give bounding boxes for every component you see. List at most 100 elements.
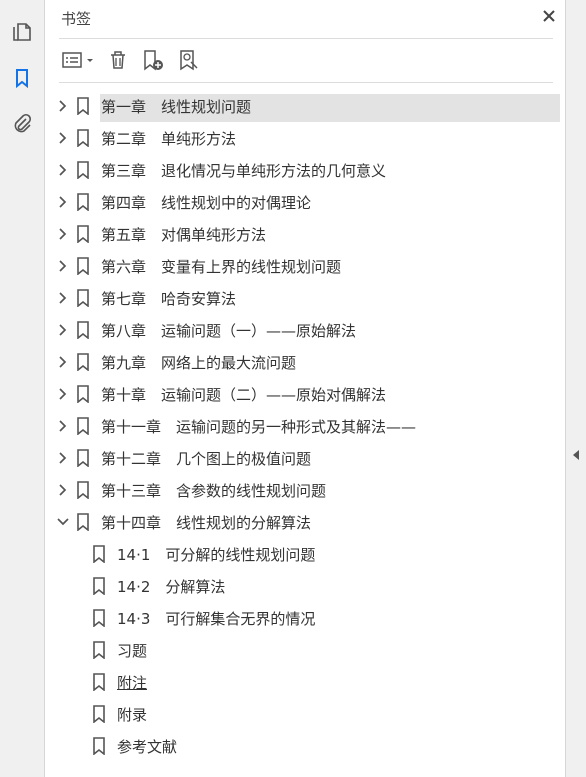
bookmark-label: 附注 xyxy=(117,673,148,692)
bookmark-icon xyxy=(91,544,107,564)
delete-icon xyxy=(107,49,129,75)
sub-bookmark-item[interactable]: 14·3 可行解集合无界的情况 xyxy=(45,602,565,634)
chevron-right-icon[interactable] xyxy=(55,162,71,178)
left-nav-rail xyxy=(0,0,45,777)
options-menu-icon xyxy=(60,50,98,74)
chevron-right-icon[interactable] xyxy=(55,450,71,466)
chevron-right-icon[interactable] xyxy=(55,290,71,306)
bookmark-label: 第九章 网络上的最大流问题 xyxy=(101,353,297,372)
bookmark-icon xyxy=(91,736,107,756)
bookmark-label: 第十三章 含参数的线性规划问题 xyxy=(101,481,327,500)
bookmark-icon xyxy=(75,384,91,404)
bookmark-item[interactable]: 第十三章 含参数的线性规划问题 xyxy=(45,474,565,506)
collapse-panel-button[interactable] xyxy=(571,448,581,462)
sub-bookmark-item[interactable]: 参考文献 xyxy=(45,730,565,762)
sub-bookmark-item[interactable]: 附注 xyxy=(45,666,565,698)
sub-bookmark-item[interactable]: 习题 xyxy=(45,634,565,666)
toolbar-divider xyxy=(59,82,553,83)
bookmark-item[interactable]: 第十一章 运输问题的另一种形式及其解法—— xyxy=(45,410,565,442)
bookmark-label: 第十四章 线性规划的分解算法 xyxy=(101,513,312,532)
bookmark-label: 14·1 可分解的线性规划问题 xyxy=(117,545,316,564)
bookmark-label: 第二章 单纯形方法 xyxy=(101,129,237,148)
new-bookmark-icon xyxy=(141,48,165,76)
bookmark-icon xyxy=(75,288,91,308)
bookmark-icon xyxy=(91,640,107,660)
bookmark-icon xyxy=(75,352,91,372)
bookmark-icon xyxy=(75,480,91,500)
bookmark-icon xyxy=(75,224,91,244)
chevron-right-icon[interactable] xyxy=(55,482,71,498)
bookmark-item-expanded[interactable]: 第十四章 线性规划的分解算法 xyxy=(45,506,565,538)
bookmark-label: 第六章 变量有上界的线性规划问题 xyxy=(101,257,342,276)
bookmark-item[interactable]: 第三章 退化情况与单纯形方法的几何意义 xyxy=(45,154,565,186)
bookmark-item[interactable]: 第十二章 几个图上的极值问题 xyxy=(45,442,565,474)
chevron-right-icon[interactable] xyxy=(55,226,71,242)
chevron-right-icon[interactable] xyxy=(55,418,71,434)
bookmark-icon xyxy=(75,96,91,116)
bookmark-label: 第三章 退化情况与单纯形方法的几何意义 xyxy=(101,161,387,180)
new-bookmark-button[interactable] xyxy=(137,48,169,76)
bookmark-label: 第八章 运输问题（一）——原始解法 xyxy=(101,321,357,340)
bookmark-label: 14·3 可行解集合无界的情况 xyxy=(117,609,316,628)
bookmark-icon xyxy=(75,160,91,180)
bookmarks-panel: 书签 第一章 线性规划问题 第二章 单纯形方法 第三章 退化情况与单纯形方法的几… xyxy=(45,0,565,777)
chevron-right-icon[interactable] xyxy=(55,386,71,402)
chevron-down-icon[interactable] xyxy=(55,514,71,530)
bookmark-label: 第四章 线性规划中的对偶理论 xyxy=(101,193,312,212)
bookmark-label: 第五章 对偶单纯形方法 xyxy=(101,225,267,244)
bookmark-label: 第一章 线性规划问题 xyxy=(101,97,252,116)
bookmark-icon xyxy=(75,512,91,532)
bookmark-label: 第十章 运输问题（二）——原始对偶解法 xyxy=(101,385,387,404)
bookmark-icon xyxy=(91,704,107,724)
pages-icon[interactable] xyxy=(10,20,34,44)
sub-bookmark-item[interactable]: 14·2 分解算法 xyxy=(45,570,565,602)
header-divider xyxy=(59,38,553,39)
bookmark-item[interactable]: 第九章 网络上的最大流问题 xyxy=(45,346,565,378)
sub-bookmark-item[interactable]: 附录 xyxy=(45,698,565,730)
bookmark-item[interactable]: 第四章 线性规划中的对偶理论 xyxy=(45,186,565,218)
chevron-right-icon[interactable] xyxy=(55,322,71,338)
panel-collapse-strip xyxy=(565,0,586,777)
bookmark-label: 附录 xyxy=(117,705,148,724)
bookmark-item[interactable]: 第十章 运输问题（二）——原始对偶解法 xyxy=(45,378,565,410)
attachment-icon[interactable] xyxy=(10,112,34,136)
bookmark-label: 第十一章 运输问题的另一种形式及其解法—— xyxy=(101,417,417,436)
bookmark-item[interactable]: 第二章 单纯形方法 xyxy=(45,122,565,154)
bookmark-list: 第一章 线性规划问题 第二章 单纯形方法 第三章 退化情况与单纯形方法的几何意义… xyxy=(45,90,565,762)
chevron-right-icon[interactable] xyxy=(55,194,71,210)
bookmark-icon xyxy=(75,128,91,148)
bookmark-icon xyxy=(75,448,91,468)
chevron-right-icon[interactable] xyxy=(55,354,71,370)
bookmark-item[interactable]: 第一章 线性规划问题 xyxy=(45,90,565,122)
chevron-right-icon[interactable] xyxy=(55,130,71,146)
bookmark-icon[interactable] xyxy=(10,66,34,90)
bookmark-label: 习题 xyxy=(117,641,148,660)
bookmark-icon xyxy=(75,320,91,340)
chevron-right-icon[interactable] xyxy=(55,98,71,114)
close-icon xyxy=(541,8,557,28)
bookmark-search-icon xyxy=(177,48,201,76)
bookmark-label: 第十二章 几个图上的极值问题 xyxy=(101,449,312,468)
bookmark-icon xyxy=(91,576,107,596)
bookmark-search-button[interactable] xyxy=(173,48,205,76)
options-menu-button[interactable] xyxy=(59,48,99,76)
chevron-right-icon[interactable] xyxy=(55,258,71,274)
bookmark-label: 参考文献 xyxy=(117,737,178,756)
bookmark-icon xyxy=(91,672,107,692)
sub-bookmark-item[interactable]: 14·1 可分解的线性规划问题 xyxy=(45,538,565,570)
delete-bookmark-button[interactable] xyxy=(103,48,133,76)
bookmark-item[interactable]: 第五章 对偶单纯形方法 xyxy=(45,218,565,250)
bookmark-icon xyxy=(91,608,107,628)
triangle-left-icon xyxy=(572,446,580,465)
bookmark-item[interactable]: 第八章 运输问题（一）——原始解法 xyxy=(45,314,565,346)
bookmark-toolbar xyxy=(59,47,205,77)
bookmark-label: 第七章 哈奇安算法 xyxy=(101,289,237,308)
close-button[interactable] xyxy=(537,6,561,30)
panel-title: 书签 xyxy=(61,10,92,28)
bookmark-item[interactable]: 第七章 哈奇安算法 xyxy=(45,282,565,314)
bookmark-label: 14·2 分解算法 xyxy=(117,577,226,596)
bookmark-icon xyxy=(75,256,91,276)
bookmark-item[interactable]: 第六章 变量有上界的线性规划问题 xyxy=(45,250,565,282)
bookmark-icon xyxy=(75,192,91,212)
bookmark-icon xyxy=(75,416,91,436)
